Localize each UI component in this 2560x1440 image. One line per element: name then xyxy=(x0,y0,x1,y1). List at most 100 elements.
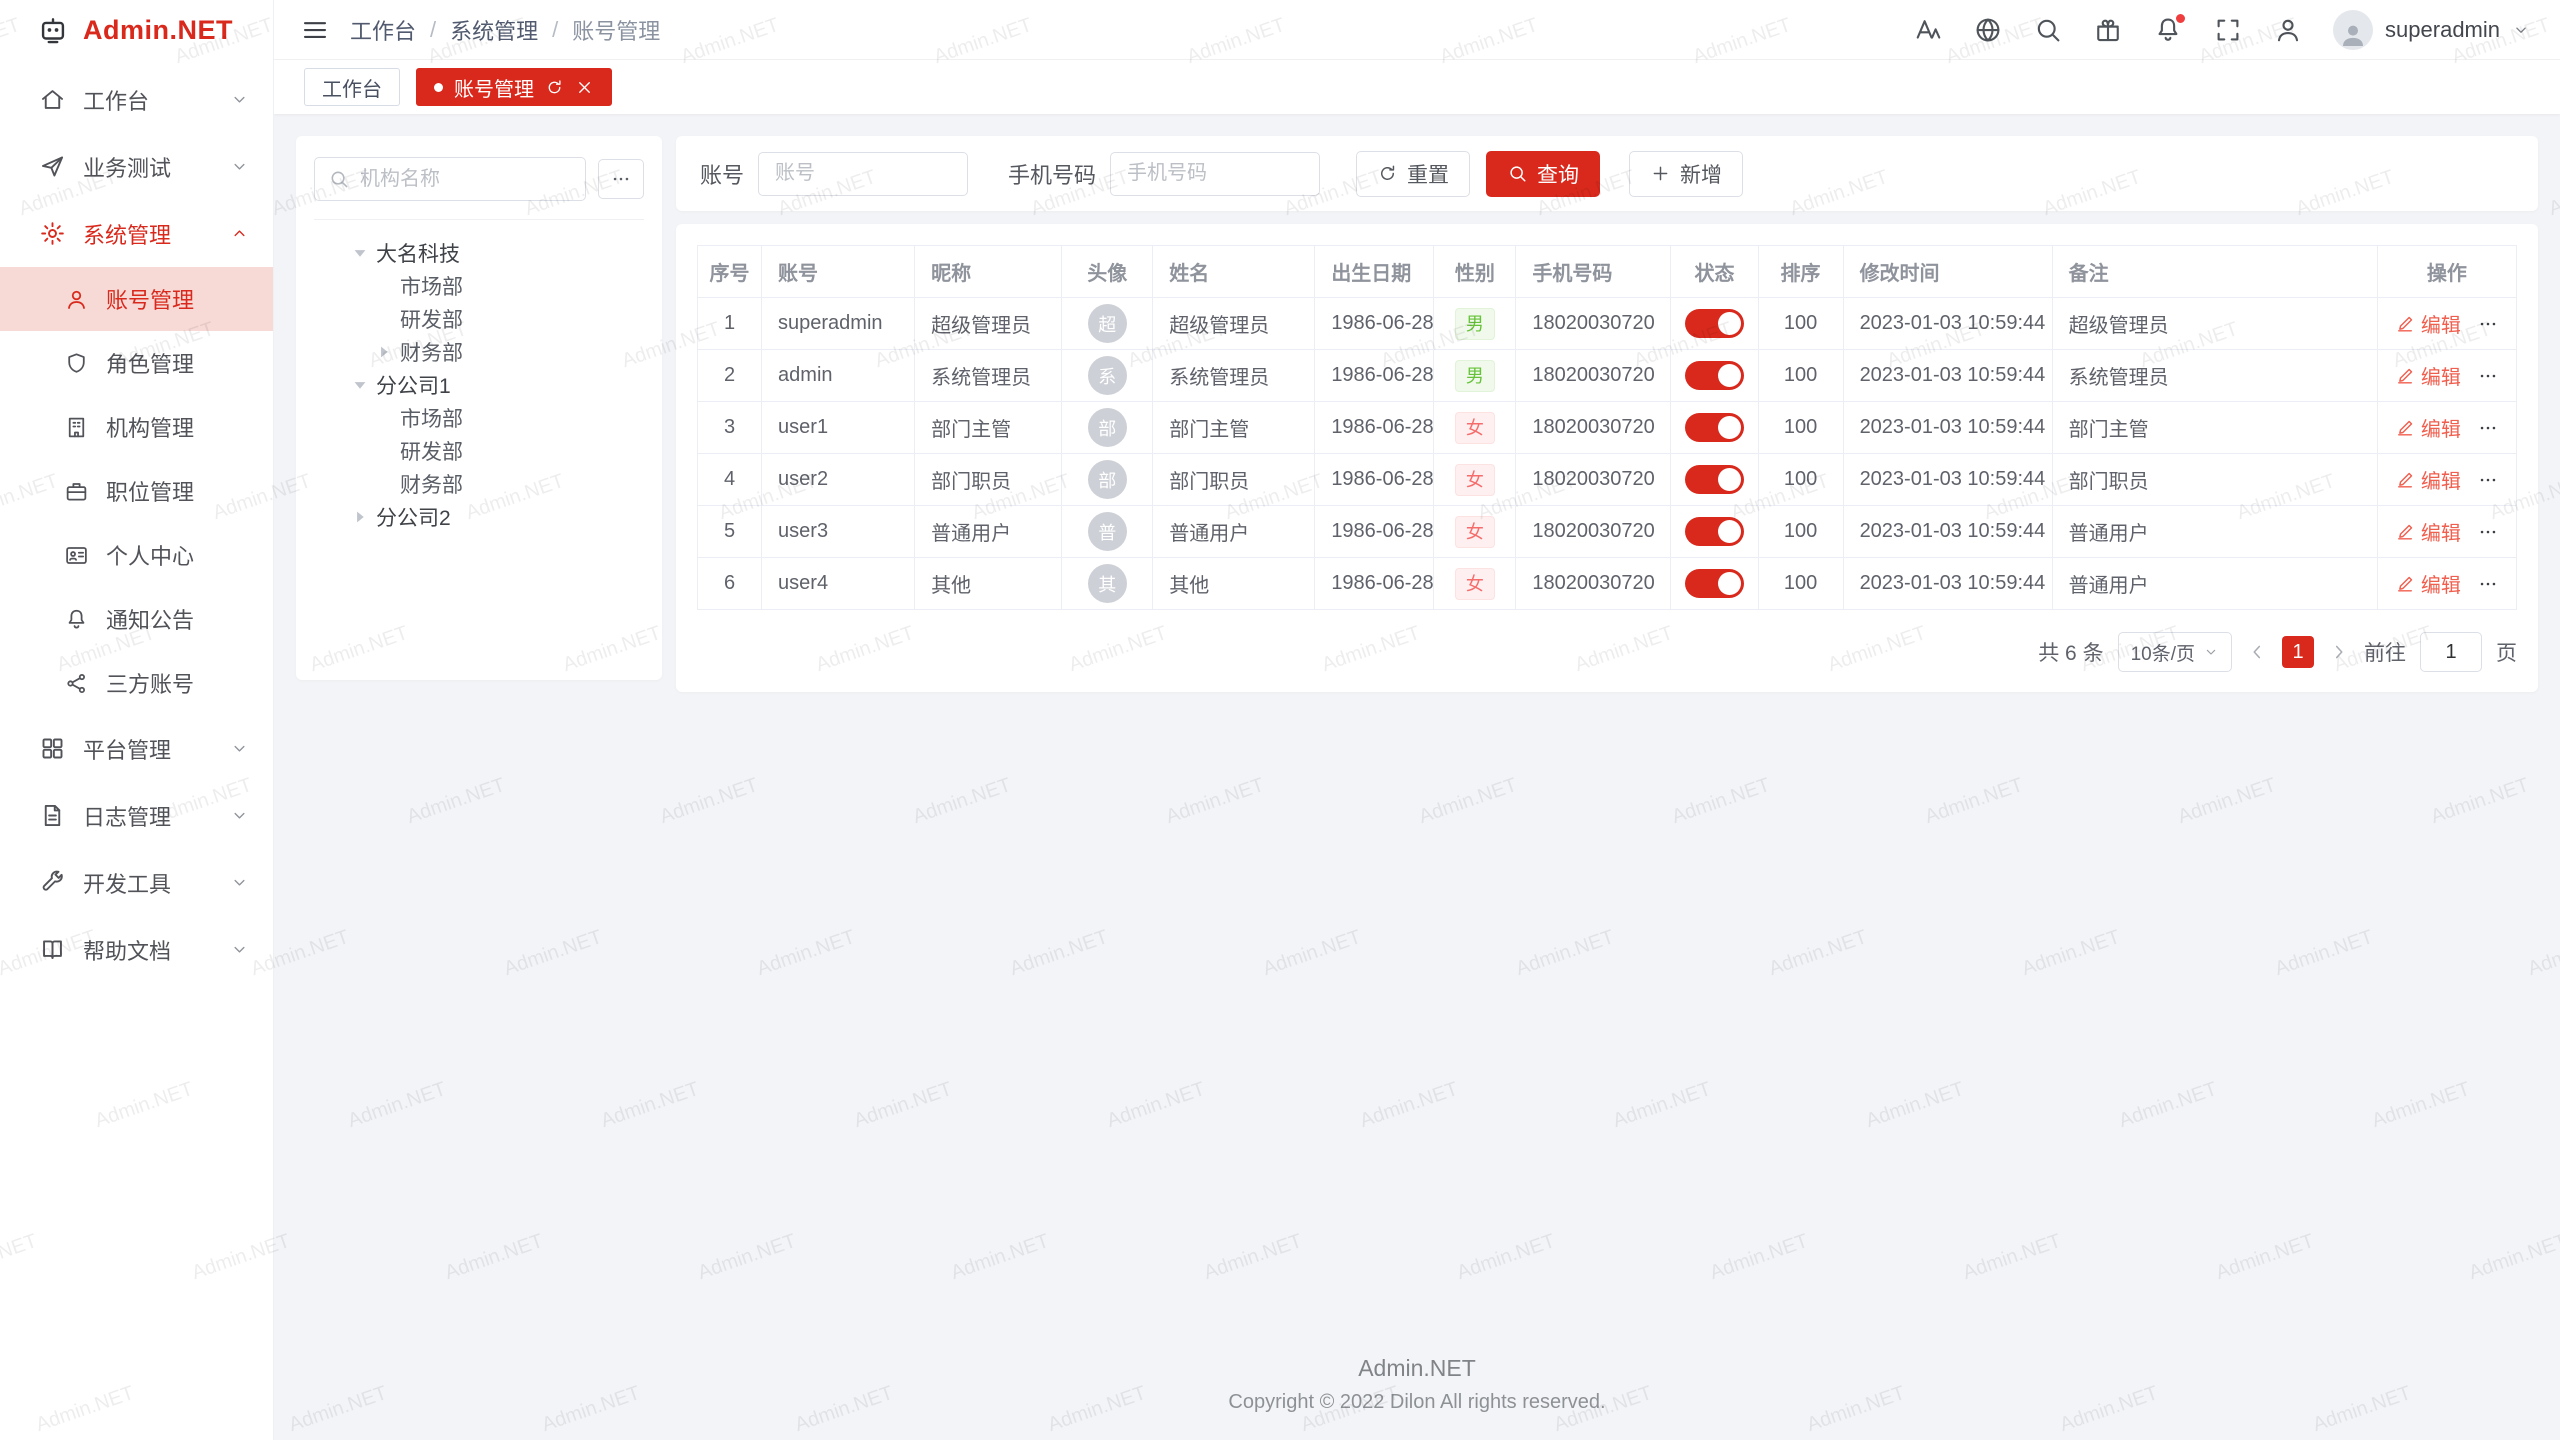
tree-node[interactable]: 分公司2 xyxy=(314,500,644,533)
tree-node[interactable]: 市场部 xyxy=(314,269,644,302)
status-toggle[interactable] xyxy=(1685,309,1744,338)
org-search xyxy=(314,157,586,201)
submenu-system-admin: 账号管理角色管理机构管理职位管理个人中心通知公告三方账号 xyxy=(0,267,273,715)
tree-node[interactable]: 研发部 xyxy=(314,302,644,335)
cell-account: user2 xyxy=(762,454,915,506)
tree-node[interactable]: 市场部 xyxy=(314,401,644,434)
add-button[interactable]: 新增 xyxy=(1629,151,1743,197)
tree-node[interactable]: 财务部 xyxy=(314,335,644,368)
edit-button-label: 编辑 xyxy=(2421,517,2461,546)
refresh-icon[interactable] xyxy=(545,78,564,97)
sidebar-item-workbench[interactable]: 工作台 xyxy=(0,66,273,133)
chev-up-icon xyxy=(230,224,249,243)
search-icon xyxy=(2033,15,2063,45)
row-more-button[interactable] xyxy=(2477,365,2499,387)
row-more-button[interactable] xyxy=(2477,313,2499,335)
edit-button[interactable]: 编辑 xyxy=(2395,361,2461,390)
user-icon[interactable] xyxy=(2273,15,2303,45)
breadcrumb-item[interactable]: 工作台 xyxy=(350,14,416,46)
status-toggle[interactable] xyxy=(1685,413,1744,442)
avatar: 部 xyxy=(1088,460,1127,499)
cell-nickname: 部门职员 xyxy=(915,454,1062,506)
sidebar-item-label: 角色管理 xyxy=(106,347,249,379)
sidebar-item-notice[interactable]: 通知公告 xyxy=(0,587,273,651)
notification-icon[interactable] xyxy=(2153,15,2183,45)
close-icon[interactable] xyxy=(575,78,594,97)
row-more-button[interactable] xyxy=(2477,417,2499,439)
status-toggle[interactable] xyxy=(1685,517,1744,546)
edit-button[interactable]: 编辑 xyxy=(2395,569,2461,598)
topbar: 工作台/系统管理/账号管理 superadmin xyxy=(274,0,2560,60)
sidebar-item-profile-center[interactable]: 个人中心 xyxy=(0,523,273,587)
sidebar-item-role-admin[interactable]: 角色管理 xyxy=(0,331,273,395)
breadcrumb-item[interactable]: 系统管理 xyxy=(450,14,538,46)
search-icon[interactable] xyxy=(2033,15,2063,45)
font-size-icon[interactable] xyxy=(1913,15,1943,45)
sidebar-item-org-admin[interactable]: 机构管理 xyxy=(0,395,273,459)
tab-account-admin[interactable]: 账号管理 xyxy=(416,68,612,106)
cell-nickname: 部门主管 xyxy=(915,402,1062,454)
add-button-label: 新增 xyxy=(1680,159,1722,189)
sidebar-item-system-admin[interactable]: 系统管理 xyxy=(0,200,273,267)
cell-remark: 系统管理员 xyxy=(2052,350,2377,402)
sidebar-item-third-account[interactable]: 三方账号 xyxy=(0,651,273,715)
reset-button[interactable]: 重置 xyxy=(1356,151,1470,197)
cell-no: 1 xyxy=(698,298,762,350)
cell-sort: 100 xyxy=(1758,558,1843,610)
fullscreen-icon[interactable] xyxy=(2213,15,2243,45)
tab-workbench[interactable]: 工作台 xyxy=(304,68,400,106)
column-header: 状态 xyxy=(1671,246,1758,298)
hamburger-icon[interactable] xyxy=(300,15,330,45)
tree-node-label: 大名科技 xyxy=(376,238,460,268)
sidebar-item-business-test[interactable]: 业务测试 xyxy=(0,133,273,200)
next-page-button[interactable] xyxy=(2328,641,2350,663)
status-toggle[interactable] xyxy=(1685,465,1744,494)
cell-name: 超级管理员 xyxy=(1153,298,1315,350)
gear-icon xyxy=(39,220,66,247)
status-toggle[interactable] xyxy=(1685,361,1744,390)
edit-button[interactable]: 编辑 xyxy=(2395,517,2461,546)
edit-button[interactable]: 编辑 xyxy=(2395,465,2461,494)
sidebar-item-dev-tools[interactable]: 开发工具 xyxy=(0,849,273,916)
sidebar-item-account-admin[interactable]: 账号管理 xyxy=(0,267,273,331)
cell-gender: 男 xyxy=(1434,298,1516,350)
row-more-button[interactable] xyxy=(2477,521,2499,543)
edit-button[interactable]: 编辑 xyxy=(2395,309,2461,338)
username: superadmin xyxy=(2385,17,2500,43)
sidebar-item-position-admin[interactable]: 职位管理 xyxy=(0,459,273,523)
id-card-icon xyxy=(64,543,89,568)
sidebar-item-platform-admin[interactable]: 平台管理 xyxy=(0,715,273,782)
theme-icon[interactable] xyxy=(2093,15,2123,45)
search-button-label: 查询 xyxy=(1537,159,1579,189)
sidebar-item-log-admin[interactable]: 日志管理 xyxy=(0,782,273,849)
row-more-button[interactable] xyxy=(2477,469,2499,491)
cell-sort: 100 xyxy=(1758,298,1843,350)
search-icon xyxy=(328,168,350,190)
tree-more-button[interactable] xyxy=(598,159,644,199)
edit-button[interactable]: 编辑 xyxy=(2395,413,2461,442)
org-search-input[interactable] xyxy=(360,168,572,191)
table-row: 4user2部门职员部部门职员1986-06-28女18020030720100… xyxy=(698,454,2517,506)
page-size-select[interactable]: 10条/页 xyxy=(2118,632,2232,672)
ellipsis-icon xyxy=(610,168,632,190)
goto-page-input[interactable] xyxy=(2420,632,2482,672)
cell-sort: 100 xyxy=(1758,402,1843,454)
user-menu[interactable]: superadmin xyxy=(2333,10,2530,50)
sidebar-item-help-docs[interactable]: 帮助文档 xyxy=(0,916,273,983)
app-logo[interactable]: Admin.NET xyxy=(0,0,273,60)
prev-page-button[interactable] xyxy=(2246,641,2268,663)
globe-icon[interactable] xyxy=(1973,15,2003,45)
table-row: 3user1部门主管部部门主管1986-06-28女18020030720100… xyxy=(698,402,2517,454)
dots-icon xyxy=(610,168,632,190)
account-input[interactable] xyxy=(758,152,968,196)
tree-node[interactable]: 大名科技 xyxy=(314,236,644,269)
tree-node[interactable]: 财务部 xyxy=(314,467,644,500)
bell-icon xyxy=(64,607,89,632)
search-button[interactable]: 查询 xyxy=(1486,151,1600,197)
status-toggle[interactable] xyxy=(1685,569,1744,598)
tree-node[interactable]: 分公司1 xyxy=(314,368,644,401)
row-more-button[interactable] xyxy=(2477,573,2499,595)
tree-node[interactable]: 研发部 xyxy=(314,434,644,467)
phone-input[interactable] xyxy=(1110,152,1320,196)
current-page-button[interactable]: 1 xyxy=(2282,636,2314,668)
